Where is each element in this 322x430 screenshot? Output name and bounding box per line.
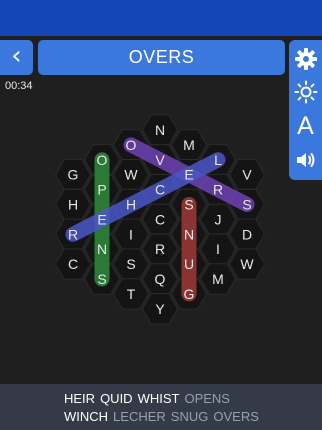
hex-letter: J	[215, 211, 222, 227]
hex-letter: V	[155, 152, 165, 168]
hex-letter: S	[184, 197, 193, 213]
word-whist: WHIST	[137, 391, 180, 406]
hex-letter: P	[97, 182, 106, 198]
hex-letter: H	[126, 197, 136, 213]
hex-letter: S	[242, 197, 251, 213]
word-opens: OPENS	[184, 391, 230, 406]
hex-letter: E	[97, 211, 106, 227]
hex-letter: M	[212, 271, 224, 287]
hex-letter: S	[97, 271, 106, 287]
hex-letter: L	[214, 152, 222, 168]
word-list-row-1: HEIR QUID WHIST OPENS	[64, 391, 322, 406]
hex-letter: N	[97, 241, 107, 257]
hex-letter: I	[216, 241, 220, 257]
hex-letter: V	[242, 167, 252, 183]
hex-letter: R	[155, 241, 165, 257]
hex-letter-board: NO MO V LG W E VP C RH H S SE C JR I N DN R IC S U WS Q MT GY	[54, 114, 266, 325]
hex-letter: W	[124, 167, 138, 183]
hex-letter: R	[213, 182, 223, 198]
hex-letter: O	[97, 152, 108, 168]
hex-letter: Q	[155, 271, 166, 287]
word-list-panel: HEIR QUID WHIST OPENS WINCH LECHER SNUG OVERS	[0, 384, 322, 430]
hex-letter: T	[127, 286, 136, 302]
hex-letter: S	[126, 256, 135, 272]
hex-letter: O	[126, 137, 137, 153]
hex-letter: C	[68, 256, 78, 272]
word-overs: OVERS	[213, 409, 259, 424]
hex-letter: N	[155, 122, 165, 138]
word-quid: QUID	[100, 391, 133, 406]
hex-letter: Y	[155, 301, 165, 317]
hex-letter: W	[240, 256, 254, 272]
word-snug: SNUG	[170, 409, 209, 424]
hex-letter: H	[68, 197, 78, 213]
hex-letter: E	[184, 167, 193, 183]
hex-letter: C	[155, 182, 165, 198]
word-heir: HEIR	[64, 391, 96, 406]
hex-letter: N	[184, 226, 194, 242]
hex-letter: R	[68, 226, 78, 242]
hex-letter: G	[68, 167, 79, 183]
word-list-row-2: WINCH LECHER SNUG OVERS	[64, 409, 322, 424]
word-lecher: LECHER	[113, 409, 166, 424]
hex-letter: G	[184, 286, 195, 302]
hex-letter: I	[129, 226, 133, 242]
hex-letter: M	[183, 137, 195, 153]
word-winch: WINCH	[64, 409, 109, 424]
hex-letter: D	[242, 226, 252, 242]
hex-letter: U	[184, 256, 194, 272]
hex-letter: C	[155, 211, 165, 227]
